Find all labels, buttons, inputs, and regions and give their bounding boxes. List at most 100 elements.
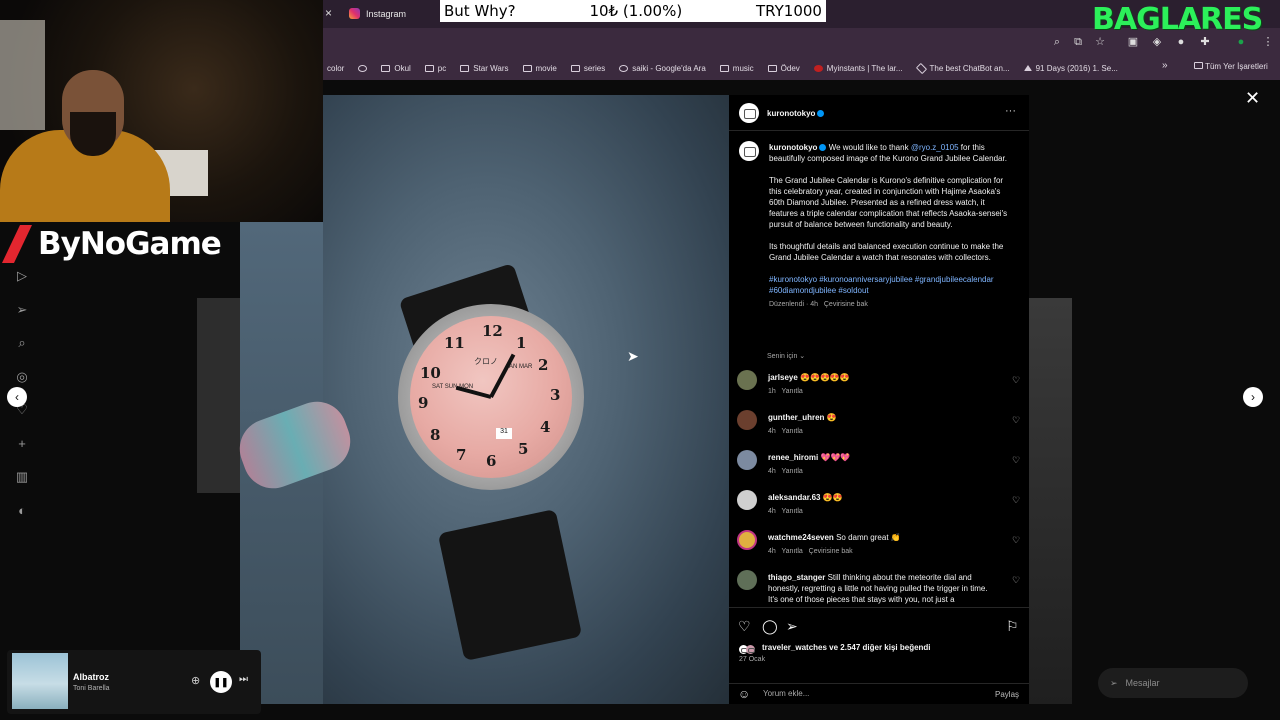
- avatar[interactable]: [739, 141, 759, 161]
- folder-icon: [460, 64, 470, 72]
- bookmark-item[interactable]: The best ChatBot an...: [915, 62, 1010, 74]
- verified-badge-icon: [817, 110, 825, 118]
- like-heart-icon[interactable]: ♡: [1012, 415, 1020, 426]
- bookmark-folder[interactable]: Star Wars: [460, 64, 509, 73]
- bookmark-folder[interactable]: music: [719, 64, 754, 73]
- vpn-icon[interactable]: ●: [1175, 36, 1187, 48]
- create-plus-icon[interactable]: +: [14, 436, 30, 452]
- threads-icon[interactable]: ◐: [14, 503, 30, 519]
- bookmark-item[interactable]: [358, 64, 368, 72]
- sponsor-logo: ByNoGame: [2, 222, 222, 266]
- search-icon[interactable]: ⌕: [14, 335, 30, 351]
- comment-composer: ☺ Paylaş: [729, 683, 1029, 705]
- extensions-puzzle-icon[interactable]: ✚: [1199, 36, 1211, 48]
- profile-icon[interactable]: ●: [1235, 36, 1247, 48]
- emoji-icon[interactable]: ☺: [738, 687, 750, 701]
- all-bookmarks-folder[interactable]: Tüm Yer İşaretleri: [1194, 62, 1268, 71]
- bookmark-item[interactable]: 91 Days (2016) 1. Se...: [1023, 64, 1118, 73]
- artist-name[interactable]: Toni Barella: [73, 685, 110, 692]
- save-bookmark-icon[interactable]: ⚐: [1006, 618, 1019, 635]
- myinstants-icon: [813, 64, 823, 72]
- avatar[interactable]: [739, 103, 759, 123]
- like-heart-icon[interactable]: ♡: [1012, 455, 1020, 466]
- song-title[interactable]: Albatroz: [73, 672, 109, 682]
- add-to-library-icon[interactable]: ⊕: [191, 674, 200, 687]
- avatar[interactable]: [737, 570, 757, 590]
- hashtags[interactable]: #kuronotokyo #kuronoanniversaryjubilee #…: [769, 274, 1009, 296]
- avatar[interactable]: [737, 450, 757, 470]
- post-author[interactable]: kuronotokyo: [767, 109, 825, 118]
- album-art[interactable]: [12, 653, 68, 709]
- pause-button[interactable]: ❚❚: [210, 671, 232, 693]
- translate-icon[interactable]: ▣: [1127, 36, 1139, 48]
- like-count[interactable]: traveler_watches ve 2.547 diğer kişi beğ…: [762, 643, 931, 652]
- caption-author[interactable]: kuronotokyo: [769, 143, 817, 152]
- bookmarks-bar: color Okul pc Star Wars movie series sai…: [323, 56, 1280, 80]
- post-actions: ♡ ◯ ➢ ⚐ traveler_watches ve 2.547 diğer …: [729, 607, 1029, 704]
- like-heart-icon[interactable]: ♡: [1012, 575, 1020, 586]
- background-post-left: [197, 298, 241, 493]
- reels-icon[interactable]: ▷: [14, 268, 30, 284]
- reply-button[interactable]: Yanıtla: [782, 388, 803, 395]
- zoom-icon[interactable]: ⌕: [1051, 36, 1063, 48]
- channel-name: BAGLARES: [1092, 2, 1263, 37]
- like-heart-icon[interactable]: ♡: [1012, 535, 1020, 546]
- reply-button[interactable]: Yanıtla: [782, 428, 803, 435]
- post-comment-button[interactable]: Paylaş: [995, 690, 1019, 699]
- comment-icon[interactable]: ◯: [762, 618, 778, 635]
- bookmarks-overflow-icon[interactable]: »: [1162, 60, 1168, 71]
- send-icon: ➢: [1110, 677, 1118, 688]
- folder-icon: [719, 64, 729, 72]
- like-heart-icon[interactable]: ♡: [1012, 495, 1020, 506]
- bookmark-folder[interactable]: series: [570, 64, 605, 73]
- more-options-icon[interactable]: ···: [1005, 105, 1016, 117]
- caption-paragraph: The Grand Jubilee Calendar is Kurono's d…: [769, 176, 1008, 229]
- avatar[interactable]: [737, 530, 757, 550]
- next-track-icon[interactable]: ⏭: [239, 674, 248, 685]
- mouse-cursor-icon: ➤: [627, 348, 639, 364]
- globe-icon: [358, 64, 368, 72]
- bookmark-item[interactable]: color: [327, 64, 344, 73]
- bookmark-folder[interactable]: Okul: [381, 64, 411, 73]
- mention-link[interactable]: @ryo.z_0105: [911, 143, 959, 152]
- reply-button[interactable]: Yanıtla: [782, 508, 803, 515]
- extension-icon[interactable]: ◈: [1151, 36, 1163, 48]
- previous-post-button[interactable]: ‹: [7, 387, 27, 407]
- messages-button[interactable]: ➢ Mesajlar: [1098, 668, 1248, 698]
- bookmark-folder[interactable]: movie: [522, 64, 557, 73]
- menu-kebab-icon[interactable]: ⋮: [1262, 36, 1274, 48]
- bookmark-item[interactable]: saiki - Google'da Ara: [619, 64, 706, 73]
- screenshot-icon[interactable]: ⧉: [1072, 36, 1084, 48]
- sponsor-slash-icon: [2, 225, 32, 263]
- comment-sort-dropdown[interactable]: Senin için ⌄: [767, 352, 805, 360]
- reply-button[interactable]: Yanıtla: [782, 548, 803, 555]
- messages-label: Mesajlar: [1125, 678, 1160, 688]
- bookmark-folder[interactable]: Ödev: [767, 64, 800, 73]
- tab-close-icon[interactable]: ×: [325, 6, 337, 20]
- post-header: kuronotokyo ···: [729, 95, 1029, 131]
- bookmark-star-icon[interactable]: ☆: [1094, 36, 1106, 48]
- like-heart-icon[interactable]: ♡: [1012, 375, 1020, 386]
- bookmark-item[interactable]: Myinstants | The lar...: [813, 64, 903, 73]
- close-icon[interactable]: ✕: [1245, 88, 1260, 109]
- edited-meta: Düzenlendi · 4h: [769, 301, 819, 308]
- avatar[interactable]: [737, 490, 757, 510]
- avatar: [746, 645, 755, 654]
- send-icon[interactable]: ➢: [14, 302, 30, 318]
- avatar[interactable]: [737, 370, 757, 390]
- caption-paragraph: Its thoughtful details and balanced exec…: [769, 242, 1004, 262]
- comment-input[interactable]: [763, 689, 963, 698]
- translate-link[interactable]: Çevirisine bak: [824, 301, 868, 308]
- reply-button[interactable]: Yanıtla: [782, 468, 803, 475]
- bookmark-folder[interactable]: pc: [424, 64, 446, 73]
- like-heart-icon[interactable]: ♡: [738, 618, 751, 635]
- dashboard-icon[interactable]: ▥: [14, 469, 30, 485]
- explore-icon[interactable]: ◎: [14, 369, 30, 385]
- next-post-button[interactable]: ›: [1243, 387, 1263, 407]
- avatar[interactable]: [737, 410, 757, 430]
- verified-badge-icon: [819, 144, 827, 152]
- translate-link[interactable]: Çevirisine bak: [809, 548, 853, 555]
- tab-title[interactable]: Instagram: [366, 9, 406, 19]
- share-send-icon[interactable]: ➢: [786, 618, 798, 635]
- folder-icon: [424, 64, 434, 72]
